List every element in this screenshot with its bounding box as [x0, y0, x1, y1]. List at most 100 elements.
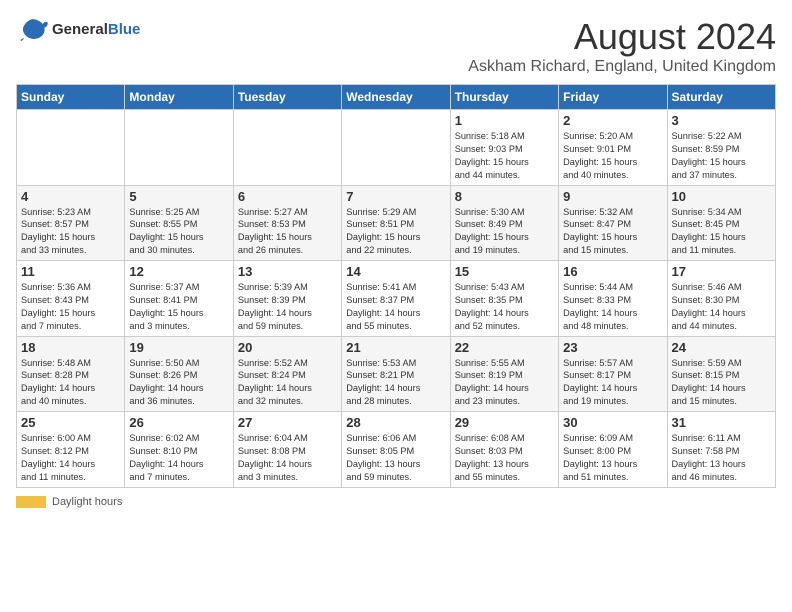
- calendar-day-cell: 2Sunrise: 5:20 AM Sunset: 9:01 PM Daylig…: [559, 110, 667, 186]
- day-info: Sunrise: 5:52 AM Sunset: 8:24 PM Dayligh…: [238, 357, 337, 409]
- day-number: 25: [21, 415, 120, 430]
- day-number: 4: [21, 189, 120, 204]
- day-info: Sunrise: 6:11 AM Sunset: 7:58 PM Dayligh…: [672, 432, 771, 484]
- calendar-day-cell: 21 Sunrise: 5:53 AM Sunset: 8:21 PM Dayli…: [342, 336, 450, 412]
- day-number: 3: [672, 113, 771, 128]
- calendar-day-cell: 1Sunrise: 5:18 AM Sunset: 9:03 PM Daylig…: [450, 110, 558, 186]
- calendar-day-cell: 8 Sunrise: 5:30 AM Sunset: 8:49 PM Daylig…: [450, 185, 558, 261]
- day-info: Sunrise: 5:57 AM Sunset: 8:17 PM Dayligh…: [563, 357, 662, 409]
- calendar-week-row: 11 Sunrise: 5:36 AM Sunset: 8:43 PM Dayli…: [17, 261, 776, 337]
- calendar-day-cell: 24 Sunrise: 5:59 AM Sunset: 8:15 PM Dayli…: [667, 336, 775, 412]
- calendar-day-cell: [125, 110, 233, 186]
- day-info: Sunrise: 5:48 AM Sunset: 8:28 PM Dayligh…: [21, 357, 120, 409]
- day-number: 15: [455, 264, 554, 279]
- logo-bird-icon: [16, 16, 48, 44]
- logo: GeneralBlue: [16, 16, 140, 44]
- day-number: 12: [129, 264, 228, 279]
- calendar-week-row: 18 Sunrise: 5:48 AM Sunset: 8:28 PM Dayli…: [17, 336, 776, 412]
- day-info: Sunrise: 5:29 AM Sunset: 8:51 PM Dayligh…: [346, 206, 445, 258]
- calendar-day-cell: 14 Sunrise: 5:41 AM Sunset: 8:37 PM Dayli…: [342, 261, 450, 337]
- calendar-day-header: Sunday: [17, 85, 125, 110]
- day-info: Sunrise: 5:55 AM Sunset: 8:19 PM Dayligh…: [455, 357, 554, 409]
- day-info: Sunrise: 5:41 AM Sunset: 8:37 PM Dayligh…: [346, 281, 445, 333]
- legend-label: Daylight hours: [52, 496, 122, 508]
- calendar-day-cell: 27 Sunrise: 6:04 AM Sunset: 8:08 PM Dayli…: [233, 412, 341, 488]
- day-number: 16: [563, 264, 662, 279]
- calendar-day-cell: 19Sunrise: 5:50 AM Sunset: 8:26 PM Dayli…: [125, 336, 233, 412]
- day-number: 8: [455, 189, 554, 204]
- day-number: 11: [21, 264, 120, 279]
- title-area: August 2024 Askham Richard, England, Uni…: [468, 16, 776, 76]
- calendar-week-row: 1Sunrise: 5:18 AM Sunset: 9:03 PM Daylig…: [17, 110, 776, 186]
- day-info: Sunrise: 5:37 AM Sunset: 8:41 PM Dayligh…: [129, 281, 228, 333]
- calendar-day-cell: 4 Sunrise: 5:23 AM Sunset: 8:57 PM Daylig…: [17, 185, 125, 261]
- day-number: 5: [129, 189, 228, 204]
- day-info: Sunrise: 5:27 AM Sunset: 8:53 PM Dayligh…: [238, 206, 337, 258]
- day-info: Sunrise: 5:39 AM Sunset: 8:39 PM Dayligh…: [238, 281, 337, 333]
- day-info: Sunrise: 6:04 AM Sunset: 8:08 PM Dayligh…: [238, 432, 337, 484]
- calendar-day-cell: 16 Sunrise: 5:44 AM Sunset: 8:33 PM Dayli…: [559, 261, 667, 337]
- day-info: Sunrise: 5:59 AM Sunset: 8:15 PM Dayligh…: [672, 357, 771, 409]
- day-info: Sunrise: 5:43 AM Sunset: 8:35 PM Dayligh…: [455, 281, 554, 333]
- day-number: 26: [129, 415, 228, 430]
- legend: Daylight hours: [16, 496, 776, 508]
- day-info: Sunrise: 6:06 AM Sunset: 8:05 PM Dayligh…: [346, 432, 445, 484]
- calendar-day-header: Monday: [125, 85, 233, 110]
- day-info: Sunrise: 5:23 AM Sunset: 8:57 PM Dayligh…: [21, 206, 120, 258]
- day-number: 9: [563, 189, 662, 204]
- day-info: Sunrise: 5:20 AM Sunset: 9:01 PM Dayligh…: [563, 130, 662, 182]
- day-number: 28: [346, 415, 445, 430]
- day-info: Sunrise: 5:25 AM Sunset: 8:55 PM Dayligh…: [129, 206, 228, 258]
- calendar-day-cell: [233, 110, 341, 186]
- subtitle: Askham Richard, England, United Kingdom: [468, 58, 776, 76]
- day-number: 30: [563, 415, 662, 430]
- calendar-day-cell: 26 Sunrise: 6:02 AM Sunset: 8:10 PM Dayli…: [125, 412, 233, 488]
- calendar-day-cell: 25Sunrise: 6:00 AM Sunset: 8:12 PM Dayli…: [17, 412, 125, 488]
- day-info: Sunrise: 5:36 AM Sunset: 8:43 PM Dayligh…: [21, 281, 120, 333]
- day-number: 13: [238, 264, 337, 279]
- calendar-week-row: 4 Sunrise: 5:23 AM Sunset: 8:57 PM Daylig…: [17, 185, 776, 261]
- day-info: Sunrise: 5:53 AM Sunset: 8:21 PM Dayligh…: [346, 357, 445, 409]
- calendar-day-cell: [17, 110, 125, 186]
- calendar-day-cell: 3Sunrise: 5:22 AM Sunset: 8:59 PM Daylig…: [667, 110, 775, 186]
- day-info: Sunrise: 5:32 AM Sunset: 8:47 PM Dayligh…: [563, 206, 662, 258]
- day-number: 17: [672, 264, 771, 279]
- day-number: 27: [238, 415, 337, 430]
- day-number: 18: [21, 340, 120, 355]
- calendar-day-cell: 7Sunrise: 5:29 AM Sunset: 8:51 PM Daylig…: [342, 185, 450, 261]
- day-info: Sunrise: 6:02 AM Sunset: 8:10 PM Dayligh…: [129, 432, 228, 484]
- day-number: 31: [672, 415, 771, 430]
- day-number: 29: [455, 415, 554, 430]
- calendar-day-cell: 9 Sunrise: 5:32 AM Sunset: 8:47 PM Daylig…: [559, 185, 667, 261]
- day-info: Sunrise: 6:08 AM Sunset: 8:03 PM Dayligh…: [455, 432, 554, 484]
- day-number: 14: [346, 264, 445, 279]
- calendar-day-cell: 6Sunrise: 5:27 AM Sunset: 8:53 PM Daylig…: [233, 185, 341, 261]
- calendar-day-cell: 20Sunrise: 5:52 AM Sunset: 8:24 PM Dayli…: [233, 336, 341, 412]
- calendar-day-cell: 23Sunrise: 5:57 AM Sunset: 8:17 PM Dayli…: [559, 336, 667, 412]
- calendar-day-header: Friday: [559, 85, 667, 110]
- day-number: 21: [346, 340, 445, 355]
- calendar-day-cell: 31 Sunrise: 6:11 AM Sunset: 7:58 PM Dayli…: [667, 412, 775, 488]
- day-number: 24: [672, 340, 771, 355]
- calendar-week-row: 25Sunrise: 6:00 AM Sunset: 8:12 PM Dayli…: [17, 412, 776, 488]
- calendar-day-header: Tuesday: [233, 85, 341, 110]
- calendar-day-cell: 29 Sunrise: 6:08 AM Sunset: 8:03 PM Dayli…: [450, 412, 558, 488]
- day-info: Sunrise: 5:30 AM Sunset: 8:49 PM Dayligh…: [455, 206, 554, 258]
- day-number: 19: [129, 340, 228, 355]
- calendar-day-cell: 28 Sunrise: 6:06 AM Sunset: 8:05 PM Dayli…: [342, 412, 450, 488]
- day-info: Sunrise: 6:09 AM Sunset: 8:00 PM Dayligh…: [563, 432, 662, 484]
- calendar-day-cell: 22 Sunrise: 5:55 AM Sunset: 8:19 PM Dayli…: [450, 336, 558, 412]
- day-info: Sunrise: 5:44 AM Sunset: 8:33 PM Dayligh…: [563, 281, 662, 333]
- calendar-day-cell: 17 Sunrise: 5:46 AM Sunset: 8:30 PM Dayli…: [667, 261, 775, 337]
- main-title: August 2024: [468, 16, 776, 58]
- calendar-body: 1Sunrise: 5:18 AM Sunset: 9:03 PM Daylig…: [17, 110, 776, 488]
- day-number: 10: [672, 189, 771, 204]
- day-number: 22: [455, 340, 554, 355]
- calendar-day-cell: 5 Sunrise: 5:25 AM Sunset: 8:55 PM Daylig…: [125, 185, 233, 261]
- calendar-table: SundayMondayTuesdayWednesdayThursdayFrid…: [16, 84, 776, 488]
- day-info: Sunrise: 5:34 AM Sunset: 8:45 PM Dayligh…: [672, 206, 771, 258]
- legend-bar-icon: [16, 496, 46, 508]
- calendar-day-header: Thursday: [450, 85, 558, 110]
- page-header: GeneralBlue August 2024 Askham Richard, …: [16, 16, 776, 76]
- day-info: Sunrise: 5:46 AM Sunset: 8:30 PM Dayligh…: [672, 281, 771, 333]
